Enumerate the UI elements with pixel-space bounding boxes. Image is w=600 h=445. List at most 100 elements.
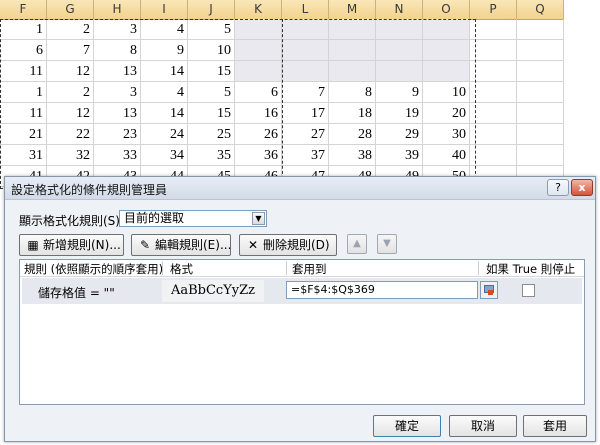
stop-if-true-checkbox[interactable] xyxy=(522,284,535,297)
new-rule-button[interactable]: ▦ 新增規則(N)... xyxy=(19,234,124,256)
cell[interactable]: 3 xyxy=(94,82,141,103)
cell[interactable]: 32 xyxy=(47,145,94,166)
cell[interactable]: 4 xyxy=(141,82,188,103)
cell[interactable]: 1 xyxy=(0,82,47,103)
ok-button[interactable]: 確定 xyxy=(373,415,441,437)
cell[interactable]: 19 xyxy=(376,103,423,124)
cell[interactable]: 2 xyxy=(47,19,94,40)
cell[interactable]: 11 xyxy=(0,61,47,82)
apply-button[interactable]: 套用 xyxy=(523,415,587,437)
cancel-button[interactable]: 取消 xyxy=(449,415,517,437)
cell[interactable]: 36 xyxy=(235,145,282,166)
cell[interactable] xyxy=(470,145,517,166)
cell[interactable]: 4 xyxy=(141,19,188,40)
cell[interactable]: 35 xyxy=(188,145,235,166)
edit-rule-button[interactable]: ✎ 編輯規則(E)... xyxy=(131,234,231,256)
cell[interactable] xyxy=(470,61,517,82)
cell[interactable]: 29 xyxy=(376,124,423,145)
move-down-icon[interactable]: ▼ xyxy=(377,234,397,254)
cell[interactable]: 2 xyxy=(47,82,94,103)
cell[interactable] xyxy=(235,61,282,82)
cell[interactable]: 8 xyxy=(329,82,376,103)
cell[interactable]: 6 xyxy=(0,40,47,61)
cell[interactable]: 28 xyxy=(329,124,376,145)
cell[interactable] xyxy=(470,124,517,145)
column-header-H[interactable]: H xyxy=(94,0,141,19)
column-header-J[interactable]: J xyxy=(188,0,235,19)
cell[interactable] xyxy=(282,19,329,40)
cell[interactable]: 38 xyxy=(329,145,376,166)
column-header-M[interactable]: M xyxy=(329,0,376,19)
help-button[interactable]: ? xyxy=(547,179,569,196)
cell[interactable]: 30 xyxy=(423,124,470,145)
rule-row[interactable]: 儲存格值 = "" AaBbCcYyZz =$F$4:$Q$369 xyxy=(22,278,582,304)
cell[interactable] xyxy=(517,61,564,82)
cell[interactable]: 27 xyxy=(282,124,329,145)
cell[interactable]: 20 xyxy=(423,103,470,124)
range-select-icon[interactable] xyxy=(480,281,498,299)
cell[interactable] xyxy=(376,40,423,61)
cell[interactable]: 14 xyxy=(141,103,188,124)
cell[interactable] xyxy=(470,82,517,103)
cell[interactable] xyxy=(282,40,329,61)
cell[interactable] xyxy=(517,19,564,40)
cell[interactable]: 15 xyxy=(188,103,235,124)
cell[interactable]: 31 xyxy=(0,145,47,166)
column-header-O[interactable]: O xyxy=(423,0,470,19)
cell[interactable]: 13 xyxy=(94,103,141,124)
column-header-Q[interactable]: Q xyxy=(517,0,564,19)
cell[interactable]: 18 xyxy=(329,103,376,124)
column-header-P[interactable]: P xyxy=(470,0,517,19)
cell[interactable]: 34 xyxy=(141,145,188,166)
column-header-F[interactable]: F xyxy=(0,0,47,19)
cell[interactable]: 14 xyxy=(141,61,188,82)
cell[interactable]: 40 xyxy=(423,145,470,166)
cell[interactable]: 15 xyxy=(188,61,235,82)
delete-rule-button[interactable]: ✕ 刪除規則(D) xyxy=(239,234,337,256)
cell[interactable]: 10 xyxy=(423,82,470,103)
cell[interactable]: 1 xyxy=(0,19,47,40)
cell[interactable]: 3 xyxy=(94,19,141,40)
column-header-K[interactable]: K xyxy=(235,0,282,19)
cell[interactable]: 9 xyxy=(141,40,188,61)
cell[interactable] xyxy=(329,19,376,40)
cell[interactable]: 13 xyxy=(94,61,141,82)
cell[interactable]: 24 xyxy=(141,124,188,145)
cell[interactable] xyxy=(423,61,470,82)
move-up-icon[interactable]: ▲ xyxy=(347,234,367,254)
cell[interactable]: 6 xyxy=(235,82,282,103)
cell[interactable] xyxy=(470,40,517,61)
cell[interactable]: 5 xyxy=(188,19,235,40)
cell[interactable] xyxy=(235,19,282,40)
cell[interactable] xyxy=(329,61,376,82)
applies-to-input[interactable]: =$F$4:$Q$369 xyxy=(286,281,478,299)
close-button[interactable]: x xyxy=(571,179,593,196)
cell[interactable]: 33 xyxy=(94,145,141,166)
cell[interactable]: 12 xyxy=(47,61,94,82)
cell[interactable] xyxy=(470,103,517,124)
cell[interactable] xyxy=(423,19,470,40)
cell[interactable]: 23 xyxy=(94,124,141,145)
cell[interactable]: 10 xyxy=(188,40,235,61)
column-header-N[interactable]: N xyxy=(376,0,423,19)
column-header-I[interactable]: I xyxy=(141,0,188,19)
show-rules-dropdown[interactable]: 目前的選取 ▼ xyxy=(119,210,267,227)
cell[interactable] xyxy=(517,124,564,145)
chevron-down-icon[interactable]: ▼ xyxy=(252,212,265,225)
cell[interactable]: 7 xyxy=(47,40,94,61)
cell[interactable]: 21 xyxy=(0,124,47,145)
cell[interactable] xyxy=(423,40,470,61)
cell[interactable]: 26 xyxy=(235,124,282,145)
column-header-L[interactable]: L xyxy=(282,0,329,19)
cell[interactable]: 12 xyxy=(47,103,94,124)
cell[interactable]: 37 xyxy=(282,145,329,166)
cell[interactable]: 39 xyxy=(376,145,423,166)
cell[interactable]: 17 xyxy=(282,103,329,124)
cell[interactable]: 5 xyxy=(188,82,235,103)
cell[interactable] xyxy=(235,40,282,61)
cell[interactable]: 7 xyxy=(282,82,329,103)
column-header-G[interactable]: G xyxy=(47,0,94,19)
cell[interactable] xyxy=(517,145,564,166)
cell[interactable]: 9 xyxy=(376,82,423,103)
cell[interactable] xyxy=(470,19,517,40)
